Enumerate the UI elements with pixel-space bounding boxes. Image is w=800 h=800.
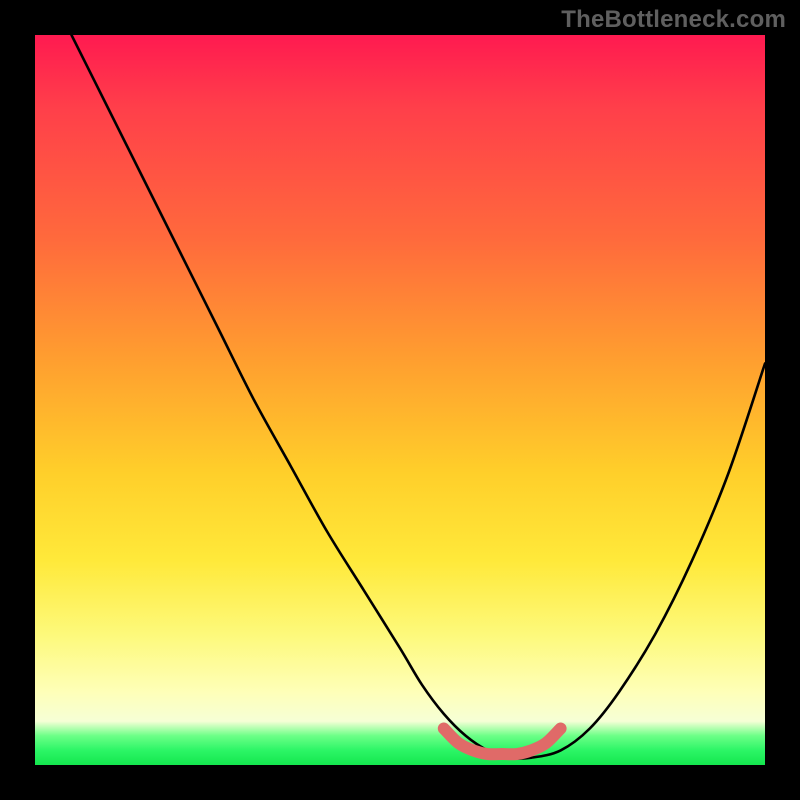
bottleneck-curve: [72, 35, 766, 759]
watermark-label: TheBottleneck.com: [561, 6, 786, 34]
chart-frame: TheBottleneck.com: [0, 0, 800, 800]
curve-overlay: [35, 35, 765, 765]
